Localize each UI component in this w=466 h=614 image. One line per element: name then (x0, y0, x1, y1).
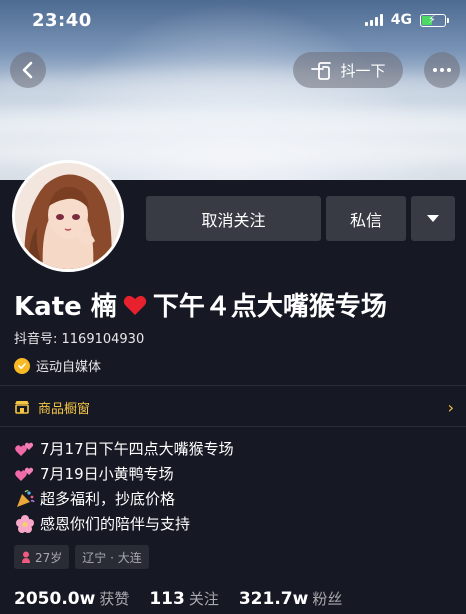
two-hearts-icon (14, 464, 36, 484)
status-time: 23:40 (32, 9, 92, 31)
location-text: 辽宁 · 大连 (82, 550, 142, 565)
age-text: 27岁 (35, 550, 63, 565)
bio-line: 7月19日小黄鸭专场 (14, 461, 234, 486)
red-heart-icon (123, 295, 147, 315)
bio-text: 感恩你们的陪伴与支持 (40, 515, 191, 533)
poke-hand-icon (311, 62, 332, 80)
bio: 7月17日下午四点大嘴猴专场 7月19日小黄鸭专场 超多福利，抄底价格 感恩你们… (14, 436, 234, 536)
party-popper-icon (14, 489, 36, 509)
status-bar: 23:40 4G ⚡ (0, 0, 466, 40)
status-indicators: 4G ⚡ (364, 12, 449, 28)
shop-icon (15, 401, 29, 414)
signal-icon (364, 14, 383, 26)
bio-line: 超多福利，抄底价格 (14, 486, 234, 511)
message-button[interactable]: 私信 (326, 196, 406, 241)
shake-label: 抖一下 (340, 61, 386, 80)
following-label: 关注 (188, 590, 219, 608)
name-text: Kate 楠 (14, 292, 117, 322)
bio-text: 7月19日小黄鸭专场 (40, 465, 174, 483)
followers-label: 粉丝 (312, 590, 343, 608)
bio-text: 超多福利，抄底价格 (40, 490, 176, 508)
name-suffix: 下午４点大嘴猴专场 (152, 292, 387, 322)
shop-label: 商品橱窗 (38, 401, 91, 417)
likes-label: 获赞 (99, 590, 130, 608)
chevron-left-icon (22, 61, 33, 79)
dropdown-button[interactable] (411, 196, 455, 241)
more-dots-icon (433, 68, 451, 72)
avatar-illustration-icon (15, 163, 121, 269)
profile-name: Kate 楠 下午４点大嘴猴专场 (14, 286, 387, 323)
profile-tags: 27岁 辽宁 · 大连 (14, 545, 149, 569)
divider (0, 426, 466, 427)
chevron-right-icon: › (447, 397, 454, 417)
followers-count: 321.7w (238, 589, 309, 609)
cherry-blossom-icon (14, 514, 36, 534)
shop-window-left: 商品橱窗 (14, 398, 90, 417)
female-icon (22, 551, 30, 563)
likes-count: 2050.0w (14, 589, 96, 609)
profile-stats: 2050.0w 获赞 113 关注 321.7w 粉丝 (14, 588, 342, 609)
age-tag: 27岁 (14, 545, 70, 569)
check-icon (14, 357, 30, 374)
verified-badge: 运动自媒体 (14, 356, 101, 375)
shop-window-row[interactable]: 商品橱窗 › (14, 396, 454, 418)
location-tag: 辽宁 · 大连 (75, 545, 149, 569)
avatar[interactable] (12, 160, 124, 272)
divider (0, 385, 466, 386)
bio-text: 7月17日下午四点大嘴猴专场 (40, 440, 234, 458)
network-type: 4G (390, 12, 412, 28)
triangle-down-icon (427, 215, 439, 222)
back-button[interactable] (10, 52, 46, 88)
bio-line: 7月17日下午四点大嘴猴专场 (14, 436, 234, 461)
bio-line: 感恩你们的陪伴与支持 (14, 511, 234, 536)
unfollow-button[interactable]: 取消关注 (146, 196, 321, 241)
following-count: 113 (149, 589, 185, 609)
more-button[interactable] (424, 52, 460, 88)
douyin-id: 抖音号: 1169104930 (14, 332, 145, 347)
likes-stat[interactable]: 2050.0w 获赞 (14, 588, 129, 609)
shake-button[interactable]: 抖一下 (293, 52, 403, 88)
verified-label: 运动自媒体 (36, 360, 102, 375)
battery-icon: ⚡ (420, 13, 449, 27)
following-stat[interactable]: 113 关注 (149, 588, 219, 609)
two-hearts-icon (14, 439, 36, 459)
followers-stat[interactable]: 321.7w 粉丝 (239, 588, 343, 609)
